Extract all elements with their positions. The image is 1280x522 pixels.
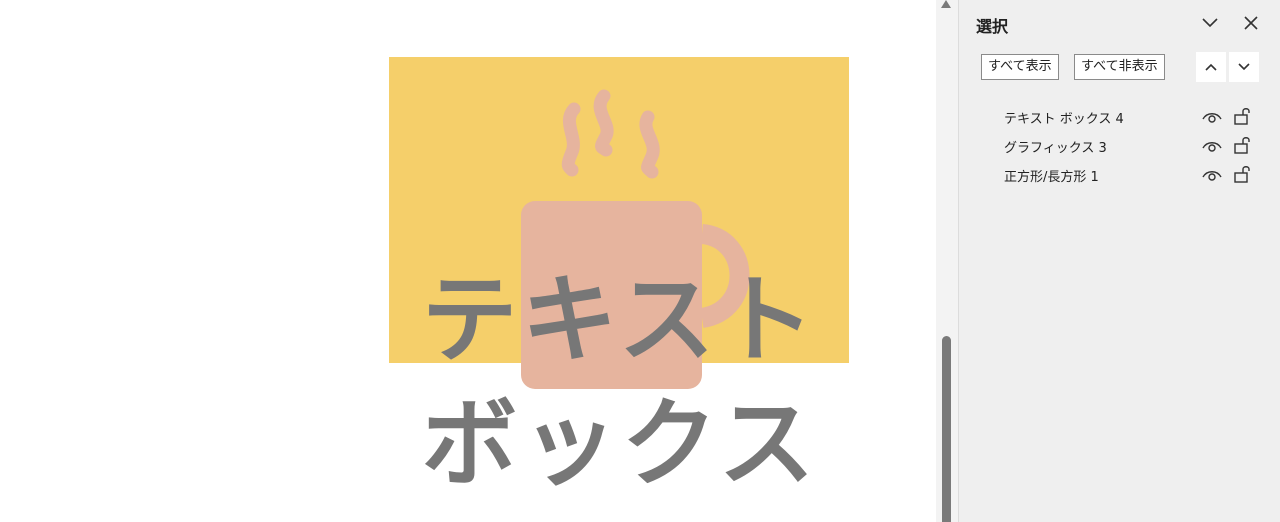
scroll-thumb[interactable]: [942, 336, 951, 522]
selection-item[interactable]: グラフィックス 3: [995, 133, 1265, 159]
text-box[interactable]: テキスト ボックス: [400, 258, 840, 508]
unlock-icon[interactable]: [1233, 164, 1253, 184]
eye-icon[interactable]: [1201, 110, 1223, 124]
show-all-button[interactable]: すべて表示: [981, 54, 1059, 80]
textbox-line-2: ボックス: [421, 388, 819, 500]
selection-item[interactable]: 正方形/長方形 1: [995, 162, 1265, 188]
scroll-up-arrow-icon[interactable]: [941, 0, 951, 8]
selection-item-label: 正方形/長方形 1: [1004, 170, 1099, 185]
close-icon[interactable]: [1244, 16, 1258, 30]
eye-icon[interactable]: [1201, 139, 1223, 153]
selection-pane: 選択 すべて表示 すべて非表示 テキスト ボックス 4 グラフィックス 3 正方…: [958, 0, 1280, 522]
textbox-line-1: テキスト: [421, 264, 819, 376]
hide-all-button[interactable]: すべて非表示: [1074, 54, 1165, 80]
chevron-down-icon: [1238, 63, 1250, 71]
unlock-icon[interactable]: [1233, 135, 1253, 155]
steam-icon: [561, 89, 660, 179]
selection-item-label: テキスト ボックス 4: [1004, 112, 1124, 127]
pane-title: 選択: [976, 17, 1009, 36]
bring-forward-button[interactable]: [1196, 52, 1226, 82]
vertical-scrollbar[interactable]: [936, 0, 958, 522]
chevron-up-icon: [1205, 63, 1217, 71]
eye-icon[interactable]: [1201, 168, 1223, 182]
selection-item-label: グラフィックス 3: [1004, 141, 1107, 156]
unlock-icon[interactable]: [1233, 106, 1253, 126]
send-backward-button[interactable]: [1229, 52, 1259, 82]
slide-canvas[interactable]: テキスト ボックス: [0, 0, 936, 522]
chevron-down-icon[interactable]: [1201, 16, 1219, 30]
selection-item[interactable]: テキスト ボックス 4: [995, 104, 1265, 130]
